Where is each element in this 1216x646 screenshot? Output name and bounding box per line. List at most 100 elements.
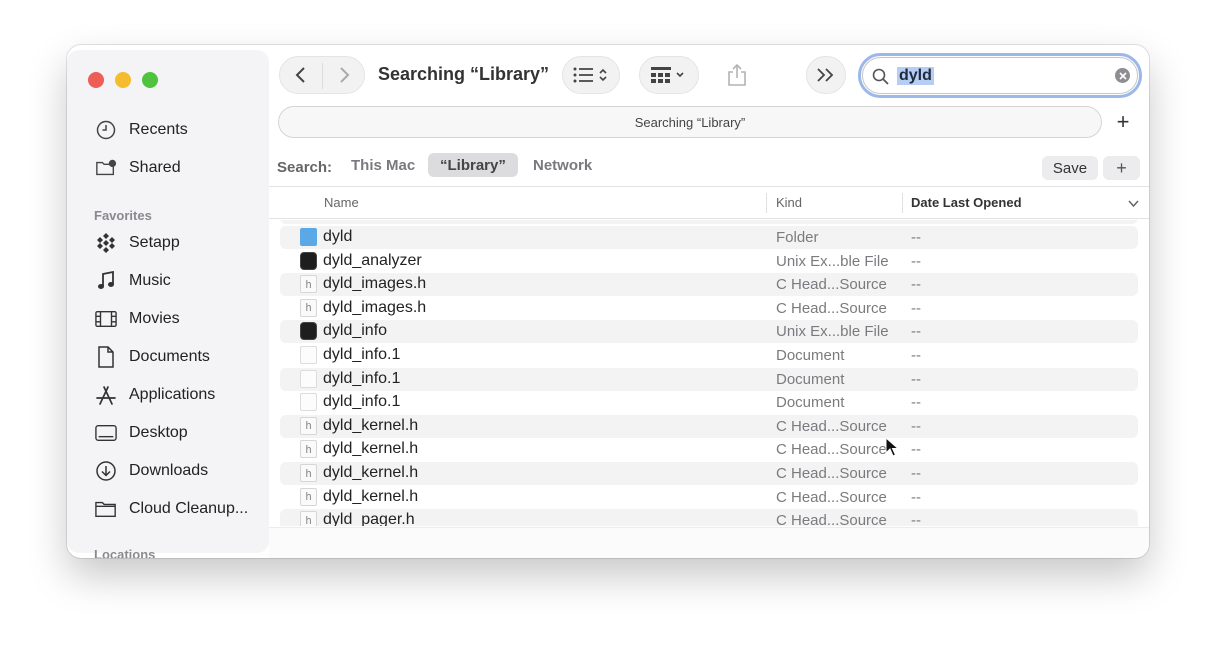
table-row[interactable]: h dyld_kernel.h C Head...Source -- xyxy=(280,438,1138,461)
sidebar-item-label: Cloud Cleanup... xyxy=(129,500,249,517)
table-row[interactable]: h dyld_kernel.h C Head...Source -- xyxy=(280,414,1138,438)
header-file-icon: h xyxy=(300,440,317,459)
forward-button[interactable] xyxy=(323,57,365,93)
minimize-window-button[interactable] xyxy=(115,72,131,88)
sidebar-item-music[interactable]: Music xyxy=(95,267,171,295)
path-bar xyxy=(269,527,1149,558)
sidebar-item-recents[interactable]: Recents xyxy=(95,116,188,144)
sidebar-item-documents[interactable]: Documents xyxy=(95,343,210,371)
table-row[interactable]: h dyld_images.h C Head...Source -- xyxy=(280,273,1138,297)
column-date-last-opened[interactable]: Date Last Opened xyxy=(911,195,1022,210)
column-name[interactable]: Name xyxy=(324,195,359,210)
file-kind: Document xyxy=(776,370,845,388)
table-row[interactable]: dyld_info.1 Document -- xyxy=(280,367,1138,391)
search-field[interactable]: dyld xyxy=(858,53,1142,98)
file-name: dyld_kernel.h xyxy=(323,416,419,434)
file-date-last-opened: -- xyxy=(911,347,921,364)
document-icon xyxy=(300,369,317,388)
table-row[interactable]: h dyld_images.h C Head...Source -- xyxy=(280,297,1138,320)
sidebar-item-label: Applications xyxy=(129,386,216,403)
table-row[interactable]: h dyld_pager.h C Head...Source -- xyxy=(280,509,1138,526)
header-file-icon: h xyxy=(300,275,317,294)
table-row-partial[interactable] xyxy=(280,220,1138,224)
table-row[interactable]: dyld_analyzer Unix Ex...ble File -- xyxy=(280,250,1138,273)
search-icon xyxy=(872,68,889,85)
back-button[interactable] xyxy=(280,57,322,93)
view-options-button[interactable] xyxy=(562,56,620,94)
list-view-icon xyxy=(573,67,607,83)
sidebar-item-shared[interactable]: Shared xyxy=(95,154,181,182)
download-icon xyxy=(95,460,117,482)
file-name: dyld_info xyxy=(323,322,388,340)
column-kind[interactable]: Kind xyxy=(776,195,802,210)
file-name: dyld_kernel.h xyxy=(323,464,419,481)
sidebar-item-label: Music xyxy=(129,272,171,289)
file-date-last-opened: -- xyxy=(911,465,921,482)
search-scope-row: Search: This Mac “Library” Network Save … xyxy=(269,150,1149,182)
file-kind: C Head...Source xyxy=(776,488,887,506)
more-toolbar-items-button[interactable] xyxy=(806,56,846,94)
file-name: dyld_images.h xyxy=(323,275,427,293)
sidebar-item-label: Downloads xyxy=(129,462,209,479)
scope-this-mac[interactable]: This Mac xyxy=(339,153,427,177)
chevron-left-icon xyxy=(295,67,305,83)
sidebar-item-movies[interactable]: Movies xyxy=(95,305,180,333)
file-list: dyld Folder -- dyld_analyzer Unix Ex...ble F… xyxy=(269,220,1149,526)
search-input[interactable]: dyld xyxy=(897,67,934,85)
grid-group-icon xyxy=(651,67,684,83)
folder-icon xyxy=(95,498,117,520)
scope-library[interactable]: “Library” xyxy=(428,153,518,177)
save-search-button[interactable]: Save xyxy=(1042,156,1098,180)
file-kind: C Head...Source xyxy=(776,276,887,294)
file-date-last-opened: -- xyxy=(911,299,921,317)
sidebar-item-downloads[interactable]: Downloads xyxy=(95,457,208,485)
file-date-last-opened: -- xyxy=(911,394,921,412)
file-date-last-opened: -- xyxy=(911,276,921,294)
clear-search-button[interactable] xyxy=(1115,68,1130,83)
sidebar-item-label: Documents xyxy=(129,348,210,365)
table-row[interactable]: dyld_info.1 Document -- xyxy=(280,391,1138,414)
table-row[interactable]: dyld_info.1 Document -- xyxy=(280,344,1138,367)
scope-network[interactable]: Network xyxy=(521,153,604,177)
column-separator[interactable] xyxy=(902,193,903,213)
group-by-button[interactable] xyxy=(639,56,699,94)
add-criteria-button[interactable]: + xyxy=(1103,156,1140,180)
share-button[interactable] xyxy=(717,57,757,93)
column-separator[interactable] xyxy=(766,193,767,213)
file-kind: C Head...Source xyxy=(776,441,887,459)
file-date-last-opened: -- xyxy=(911,323,921,341)
scope-bar[interactable]: Searching “Library” xyxy=(278,106,1102,138)
table-row[interactable]: dyld_info Unix Ex...ble File -- xyxy=(280,320,1138,344)
chevron-right-icon xyxy=(340,67,350,83)
sidebar-item-label: Recents xyxy=(129,121,188,138)
header-file-icon: h xyxy=(300,464,317,482)
plus-icon: + xyxy=(1116,109,1130,134)
table-row[interactable]: h dyld_kernel.h C Head...Source -- xyxy=(280,462,1138,485)
close-window-button[interactable] xyxy=(88,72,104,88)
file-date-last-opened: -- xyxy=(911,488,921,506)
music-note-icon xyxy=(95,270,117,292)
file-name: dyld_pager.h xyxy=(323,511,415,526)
file-date-last-opened: -- xyxy=(911,512,921,526)
file-kind: C Head...Source xyxy=(776,299,887,317)
zoom-window-button[interactable] xyxy=(142,72,158,88)
column-header: Name Kind Date Last Opened xyxy=(269,186,1149,219)
sidebar-item-desktop[interactable]: Desktop xyxy=(95,419,188,447)
sidebar-item-label: Shared xyxy=(129,159,181,176)
sidebar-item-cloud-cleanup[interactable]: Cloud Cleanup... xyxy=(95,495,248,523)
sidebar-item-setapp[interactable]: Setapp xyxy=(95,229,180,257)
applications-icon xyxy=(95,384,117,406)
terminal-exec-icon xyxy=(300,251,317,270)
file-name: dyld_kernel.h xyxy=(323,440,419,458)
header-file-icon: h xyxy=(300,511,317,526)
search-label: Search: xyxy=(277,159,333,176)
table-row[interactable]: dyld Folder -- xyxy=(280,226,1138,249)
file-kind: Unix Ex...ble File xyxy=(776,323,889,341)
sidebar: Recents Shared Favorites Setapp Music Mo… xyxy=(67,50,269,558)
add-scope-button[interactable]: + xyxy=(1108,107,1138,137)
table-row[interactable]: h dyld_kernel.h C Head...Source -- xyxy=(280,486,1138,509)
terminal-exec-icon xyxy=(300,322,317,341)
chevron-down-icon[interactable] xyxy=(1128,200,1139,208)
sidebar-item-applications[interactable]: Applications xyxy=(95,381,215,409)
file-kind: Unix Ex...ble File xyxy=(776,252,889,270)
